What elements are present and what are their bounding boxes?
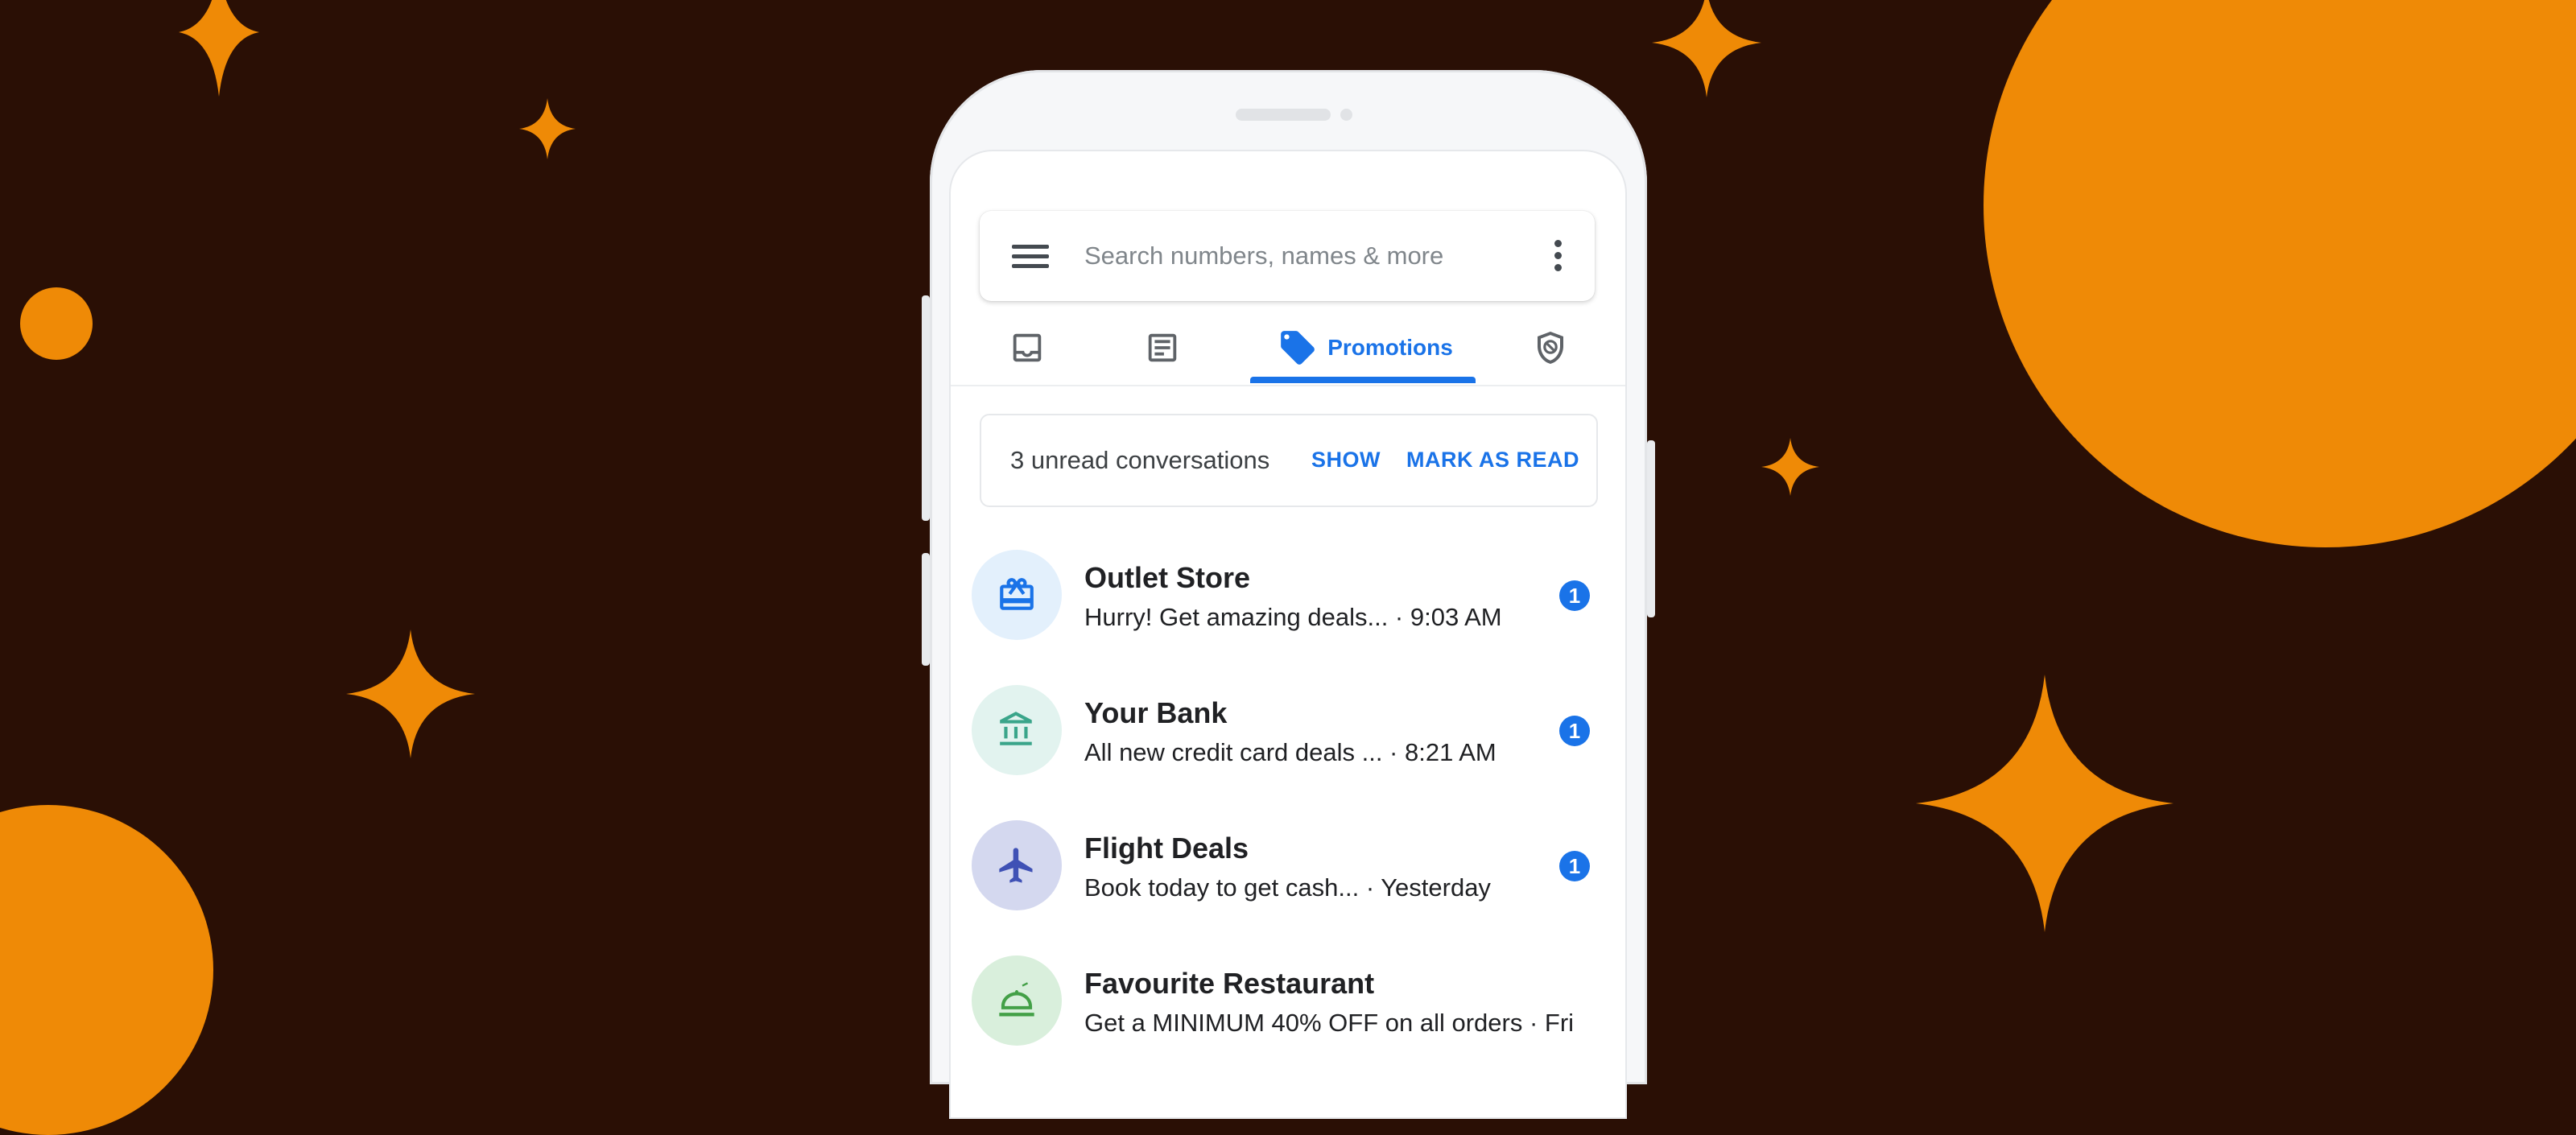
unread-conversations-card: 3 unread conversations SHOW MARK AS READ <box>980 414 1598 507</box>
tag-icon <box>1281 331 1315 365</box>
sparkle-small-right <box>1761 438 1819 496</box>
conversation-item[interactable]: Outlet Store Hurry! Get amazing deals...… <box>951 550 1625 671</box>
background-circle-top-right <box>1984 0 2576 547</box>
phone-side-button-right <box>1647 440 1655 617</box>
tab-articles[interactable] <box>1126 312 1199 383</box>
conversation-name: Outlet Store <box>1084 561 1251 594</box>
conversation-item[interactable]: Favourite Restaurant Get a MINIMUM 40% O… <box>951 955 1625 1076</box>
conversation-snippet: All new credit card deals ... · 8:21 AM <box>1084 738 1496 766</box>
hamburger-menu-icon[interactable] <box>1012 245 1049 269</box>
more-vert-icon[interactable] <box>1553 240 1563 272</box>
conversation-name: Flight Deals <box>1084 832 1249 865</box>
sparkle-top-left <box>179 0 259 97</box>
spam-shield-icon <box>1538 332 1563 364</box>
phone-side-button-left-2 <box>922 553 930 666</box>
tab-spam[interactable] <box>1514 312 1587 383</box>
app-screen: Search numbers, names & more Promotions … <box>951 151 1625 1117</box>
show-button[interactable]: SHOW <box>1311 448 1381 473</box>
sparkle-large-right <box>1916 675 2174 932</box>
conversation-item[interactable]: Your Bank All new credit card deals ... … <box>951 685 1625 806</box>
unread-badge: 1 <box>1559 851 1590 881</box>
tab-promotions-label: Promotions <box>1327 335 1453 360</box>
inbox-icon <box>1013 333 1042 362</box>
phone-frame: Search numbers, names & more Promotions … <box>922 70 1655 1117</box>
avatar <box>972 955 1062 1046</box>
conversation-snippet: Get a MINIMUM 40% OFF on all orders · Fr… <box>1084 1009 1575 1037</box>
article-icon <box>1148 333 1177 362</box>
gift-card-icon <box>1000 578 1034 610</box>
avatar <box>972 550 1062 640</box>
sparkle-mid-left <box>346 629 475 758</box>
avatar <box>972 685 1062 775</box>
sparkle-top-center-right <box>1652 0 1761 97</box>
conversation-item[interactable]: Flight Deals Book today to get cash... ·… <box>951 820 1625 941</box>
unread-count-text: 3 unread conversations <box>1010 446 1270 474</box>
conversation-name: Your Bank <box>1084 696 1228 729</box>
food-icon <box>999 982 1034 1017</box>
selected-tab-indicator <box>1250 377 1476 383</box>
conversation-snippet: Hurry! Get amazing deals... · 9:03 AM <box>1084 603 1502 631</box>
mark-as-read-button[interactable]: MARK AS READ <box>1406 448 1579 473</box>
sparkle-small-left <box>519 98 576 159</box>
avatar <box>972 820 1062 910</box>
phone-side-button-left-1 <box>922 295 930 521</box>
background-circle-bottom-left <box>0 805 213 1135</box>
unread-badge: 1 <box>1559 716 1590 746</box>
search-bar[interactable]: Search numbers, names & more <box>980 211 1595 301</box>
tab-inbox[interactable] <box>991 312 1063 383</box>
search-input[interactable]: Search numbers, names & more <box>1084 241 1443 270</box>
category-tabs: Promotions <box>951 312 1625 386</box>
conversation-name: Favourite Restaurant <box>1084 967 1375 1000</box>
airplane-icon <box>999 848 1033 883</box>
phone-speaker <box>1236 109 1331 121</box>
phone-camera <box>1340 109 1352 121</box>
tab-promotions[interactable]: Promotions <box>1265 312 1466 383</box>
unread-badge: 1 <box>1559 580 1590 611</box>
bank-icon <box>1000 712 1032 745</box>
conversation-snippet: Book today to get cash... · Yesterday <box>1084 873 1491 902</box>
background-dot-left <box>20 287 93 360</box>
